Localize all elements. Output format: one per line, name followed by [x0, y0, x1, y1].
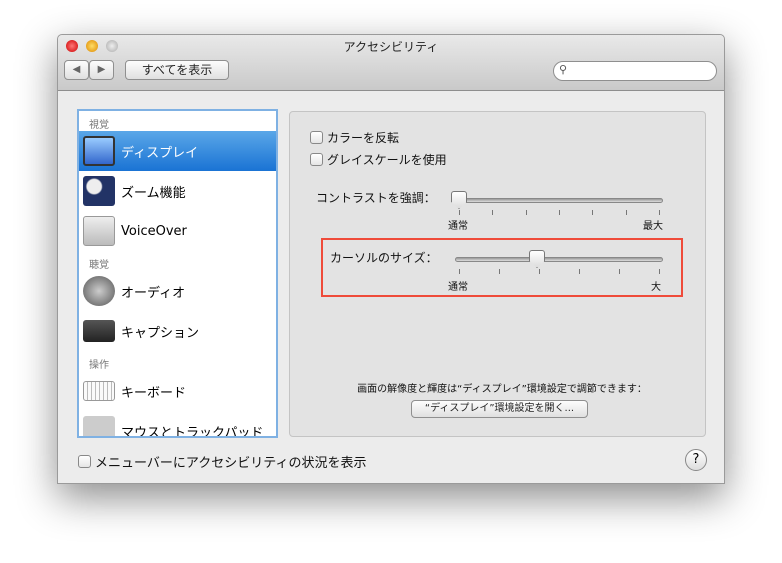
- display-note: 画面の解像度と輝度は“ディスプレイ”環境設定で調節できます：: [357, 384, 647, 395]
- cursor-max-label: 大: [651, 282, 661, 293]
- checkbox-label: グレイスケールを使用: [327, 153, 447, 167]
- slider-tick: [525, 210, 527, 215]
- show-in-menubar-checkbox[interactable]: メニューバーにアクセシビリティの状況を表示: [78, 452, 366, 471]
- highlight-box: [321, 238, 683, 297]
- group-header: 操作: [89, 360, 109, 371]
- voiceover-icon: [83, 216, 115, 246]
- window-title: アクセシビリティ: [343, 40, 439, 54]
- search-input[interactable]: ⚲: [553, 61, 717, 81]
- invert-colors-checkbox[interactable]: カラーを反転: [310, 129, 399, 146]
- slider-tick: [659, 210, 660, 215]
- sidebar-item-keyboard[interactable]: キーボード: [79, 371, 276, 411]
- contrast-min-label: 通常: [448, 221, 468, 232]
- sidebar-item-label: ズーム機能: [121, 185, 186, 201]
- cursor-size-label: カーソルのサイズ：: [330, 251, 438, 265]
- group-header: 聴覚: [89, 260, 109, 271]
- slider-track[interactable]: [455, 257, 663, 262]
- sidebar-item-zoom[interactable]: ズーム機能: [79, 171, 276, 211]
- show-all-button[interactable]: すべてを表示: [125, 60, 229, 80]
- toolbar: アクセシビリティ ◀ ▶ すべてを表示 ⚲: [58, 35, 724, 91]
- help-button[interactable]: ?: [685, 449, 707, 471]
- search-icon: ⚲: [559, 63, 568, 76]
- sidebar-item-label: ディスプレイ: [121, 145, 199, 161]
- slider-track[interactable]: [455, 198, 663, 203]
- forward-button[interactable]: ▶: [89, 60, 114, 80]
- slider-tick: [499, 269, 500, 274]
- slider-tick: [539, 269, 540, 274]
- slider-tick: [619, 269, 620, 274]
- checkbox-label: メニューバーにアクセシビリティの状況を表示: [95, 456, 367, 471]
- category-list[interactable]: 視覚 ディスプレイ ズーム機能 VoiceOver 聴覚 オーディオ キャプショ…: [77, 109, 278, 438]
- sidebar-item-voiceover[interactable]: VoiceOver: [79, 211, 276, 251]
- sidebar-item-captions[interactable]: キャプション: [79, 311, 276, 351]
- slider-tick: [459, 269, 460, 274]
- slider-tick: [559, 210, 560, 215]
- accessibility-window: アクセシビリティ ◀ ▶ すべてを表示 ⚲ 視覚 ディスプレイ ズーム機能 Vo…: [57, 34, 725, 484]
- slider-tick: [659, 269, 660, 274]
- sidebar-item-audio[interactable]: オーディオ: [79, 271, 276, 311]
- grayscale-checkbox[interactable]: グレイスケールを使用: [310, 151, 447, 168]
- slider-tick: [492, 210, 494, 215]
- display-icon: [83, 136, 115, 166]
- contrast-max-label: 最大: [643, 221, 663, 232]
- sidebar-item-label: キャプション: [121, 325, 200, 341]
- contrast-label: コントラストを強調：: [316, 191, 436, 205]
- captions-icon: [83, 320, 115, 342]
- sidebar-item-display[interactable]: ディスプレイ: [79, 131, 276, 171]
- sidebar-item-mouse-trackpad[interactable]: マウスとトラックパッド: [79, 411, 276, 438]
- speaker-icon: [83, 276, 115, 306]
- sidebar-item-label: キーボード: [121, 385, 187, 401]
- slider-tick: [459, 210, 460, 215]
- zoom-icon: [83, 176, 115, 206]
- checkbox-label: カラーを反転: [327, 131, 400, 145]
- open-display-prefs-button[interactable]: “ディスプレイ”環境設定を開く...: [411, 400, 588, 418]
- sidebar-item-label: マウスとトラックパッド: [121, 425, 264, 438]
- slider-tick: [592, 210, 594, 215]
- keyboard-icon: [83, 381, 115, 401]
- cursor-min-label: 通常: [448, 282, 468, 293]
- trackpad-icon: [83, 416, 115, 436]
- slider-tick: [579, 269, 580, 274]
- group-header: 視覚: [89, 120, 109, 131]
- back-button[interactable]: ◀: [64, 60, 89, 80]
- sidebar-item-label: オーディオ: [121, 285, 186, 301]
- slider-tick: [625, 210, 627, 215]
- sidebar-item-label: VoiceOver: [121, 223, 187, 239]
